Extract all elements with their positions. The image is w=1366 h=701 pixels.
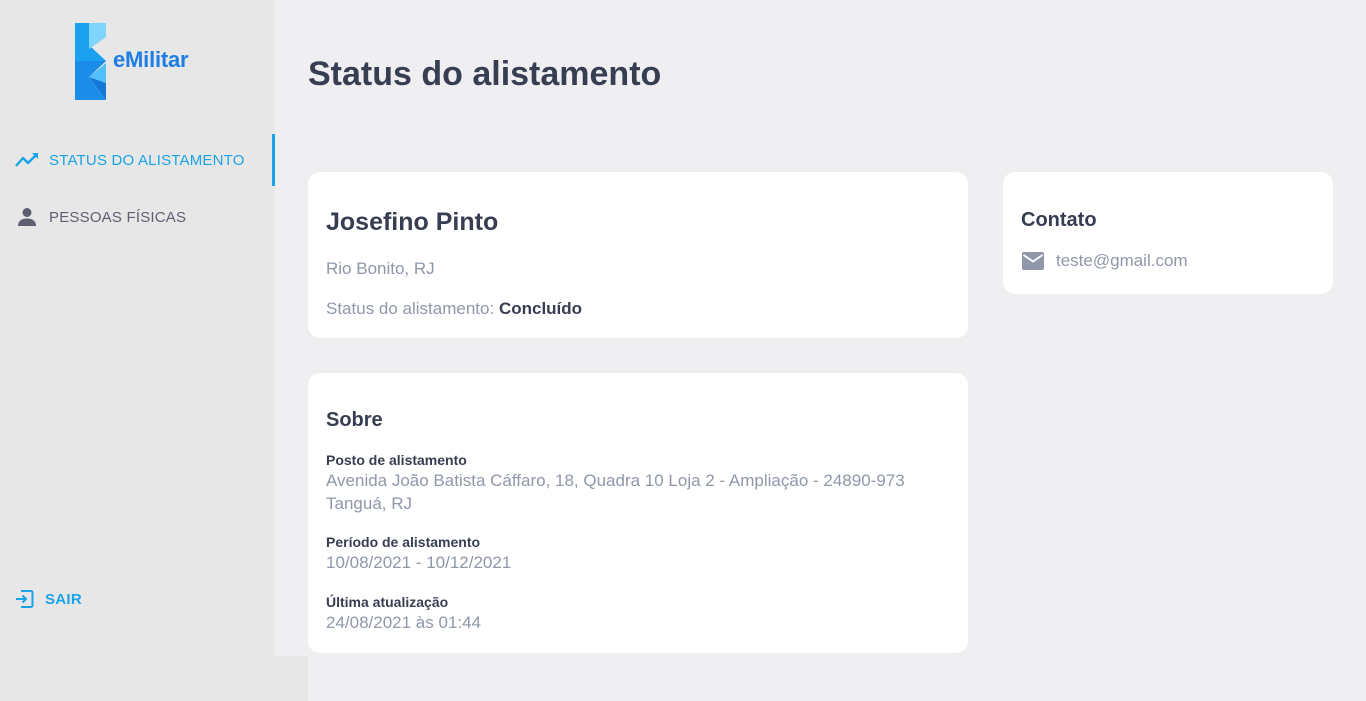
logout-icon xyxy=(14,589,34,609)
logout-label: SAIR xyxy=(45,590,83,608)
app-logo[interactable]: eMilitar xyxy=(75,22,215,100)
logo-icon xyxy=(75,22,106,100)
field-label: Posto de alistamento xyxy=(326,452,467,468)
contact-email-row: teste@gmail.com xyxy=(1021,250,1188,272)
contact-title: Contato xyxy=(1021,209,1097,231)
enlistment-status-value: Concluído xyxy=(498,299,583,318)
sidebar-item-pessoas-fisicas[interactable]: PESSOAS FÍSICAS xyxy=(0,191,275,243)
person-location: Rio Bonito, RJ xyxy=(326,259,435,278)
person-icon xyxy=(14,206,40,228)
about-title: Sobre xyxy=(326,409,383,431)
field-label: Período de alistamento xyxy=(326,534,481,550)
last-update-field: Última atualização 24/08/2021 às 01:44 xyxy=(326,593,481,634)
enlistment-post-field: Posto de alistamento Avenida João Batist… xyxy=(326,451,905,515)
field-value: 10/08/2021 - 10/12/2021 xyxy=(326,553,512,572)
enlistment-period-field: Período de alistamento 10/08/2021 - 10/1… xyxy=(326,533,511,574)
field-value: Tanguá, RJ xyxy=(326,494,412,513)
about-card: Sobre Posto de alistamento Avenida João … xyxy=(308,373,968,653)
field-label: Última atualização xyxy=(326,594,449,610)
enlistment-status: Status do alistamento: Concluído xyxy=(326,299,582,319)
sidebar-item-label: PESSOAS FÍSICAS xyxy=(49,208,187,226)
sidebar-item-label: STATUS DO ALISTAMENTO xyxy=(49,151,245,169)
mail-icon xyxy=(1021,250,1047,272)
app-brand-name: eMilitar xyxy=(113,47,189,72)
enlistment-status-label: Status do alistamento: xyxy=(326,299,495,318)
sidebar-bottom-strip xyxy=(0,656,308,701)
sidebar: eMilitar STATUS DO ALISTAMENTO PESSOAS F… xyxy=(0,0,275,657)
person-card: Josefino Pinto Rio Bonito, RJ Status do … xyxy=(308,172,968,338)
sidebar-item-status-alistamento[interactable]: STATUS DO ALISTAMENTO xyxy=(0,134,275,186)
contact-card: Contato teste@gmail.com xyxy=(1003,172,1333,294)
contact-email[interactable]: teste@gmail.com xyxy=(1056,251,1188,271)
logout-button[interactable]: SAIR xyxy=(14,586,82,612)
page-title: Status do alistamento xyxy=(308,55,662,93)
person-name: Josefino Pinto xyxy=(326,208,499,236)
field-value: 24/08/2021 às 01:44 xyxy=(326,613,482,632)
trending-up-icon xyxy=(14,149,40,171)
field-value: Avenida João Batista Cáffaro, 18, Quadra… xyxy=(326,471,905,490)
